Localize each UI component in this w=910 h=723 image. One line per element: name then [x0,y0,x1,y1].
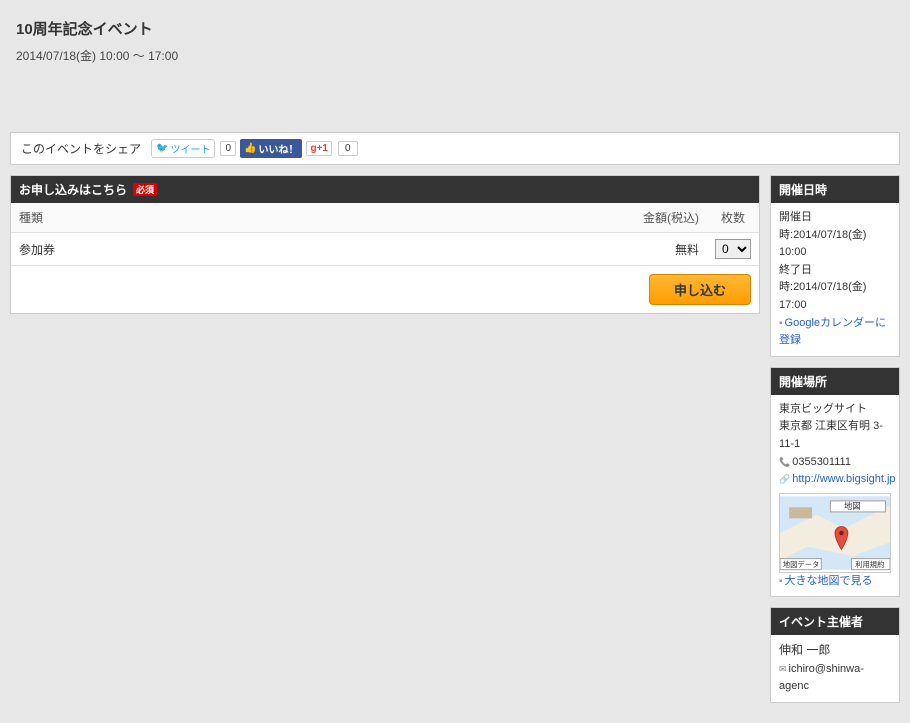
organizer-panel: イベント主催者 伸和 一郎 ichiro@shinwa-agenc [770,607,900,702]
venue-name: 東京ビッグサイト [779,401,891,419]
tweet-label: ツイート [170,141,210,156]
bullet-icon: ▪ [779,576,783,587]
venue-panel: 開催場所 東京ビッグサイト 東京都 江東区有明 3-11-1 035530111… [770,367,900,598]
apply-button[interactable]: 申し込む [649,274,751,305]
tweet-count: 0 [220,141,236,156]
organizer-heading: イベント主催者 [771,608,899,635]
venue-url[interactable]: http://www.bigsight.jp [792,473,895,485]
table-row: 参加券 無料 0 [11,233,759,266]
apply-heading-text: お申し込みはこちら [19,181,127,198]
gplus-button[interactable]: g+1 [306,141,332,156]
gplus-count: 0 [338,141,358,156]
quantity-select[interactable]: 0 [715,239,751,259]
map-terms-label: 利用規約 [855,560,884,569]
ticket-price: 無料 [303,233,707,266]
share-label: このイベントをシェア [21,140,141,157]
map-thumbnail[interactable]: 地図 地図データ 利用規約 [779,493,891,573]
share-bar: このイベントをシェア 🐦 ツイート 0 👍 いいね！ g+1 0 [10,132,900,165]
big-map-link[interactable]: 大きな地図で見る [785,575,873,587]
schedule-heading: 開催日時 [771,176,899,203]
phone-icon [779,456,792,468]
col-amount: 金額(税込) [303,203,707,233]
map-data-label: 地図データ [783,560,820,569]
venue-heading: 開催場所 [771,368,899,395]
apply-heading: お申し込みはこちら 必須 [11,176,759,203]
event-title: 10周年記念イベント [16,18,894,39]
required-badge: 必須 [133,183,157,196]
event-datetime: 2014/07/18(金) 10:00 〜 17:00 [16,47,894,64]
schedule-panel: 開催日時 開催日時:2014/07/18(金) 10:00 終了日時:2014/… [770,175,900,357]
map-type-label: 地図 [844,501,861,511]
mail-icon [779,663,789,675]
organizer-email: ichiro@shinwa-agenc [779,663,864,693]
tweet-button[interactable]: 🐦 ツイート [151,139,215,158]
ticket-table: 種類 金額(税込) 枚数 参加券 無料 0 [11,203,759,266]
venue-phone: 0355301111 [792,456,851,468]
apply-panel: お申し込みはこちら 必須 種類 金額(税込) 枚数 参加券 無料 0 [10,175,760,314]
fb-like-button[interactable]: 👍 いいね！ [240,139,302,158]
thumbs-up-icon: 👍 [244,143,256,154]
organizer-name: 伸和 一郎 [779,641,891,660]
gcal-link[interactable]: Googleカレンダーに登録 [779,317,886,347]
start-value: 2014/07/18(金) 10:00 [779,229,866,259]
bullet-icon: ▪ [779,318,783,329]
table-header-row: 種類 金額(税込) 枚数 [11,203,759,233]
venue-address: 東京都 江東区有明 3-11-1 [779,418,891,453]
link-icon [779,473,792,485]
end-value: 2014/07/18(金) 17:00 [779,281,866,311]
ticket-name: 参加券 [11,233,303,266]
fb-like-label: いいね！ [258,141,298,156]
twitter-icon: 🐦 [156,143,168,154]
col-qty: 枚数 [707,203,759,233]
col-type: 種類 [11,203,303,233]
